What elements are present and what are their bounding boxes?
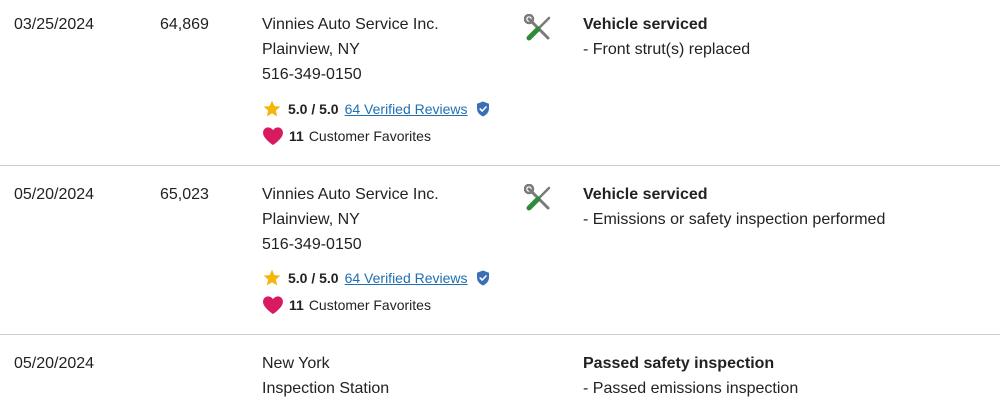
row-divider: [0, 334, 1000, 335]
favorites-label: Customer Favorites: [308, 128, 431, 144]
customer-favorites: 11 Customer Favorites: [262, 126, 431, 146]
source-name: Vinnies Auto Service Inc.: [262, 186, 439, 203]
source-phone: 516-349-0150: [262, 236, 362, 253]
source-name: New York: [262, 355, 330, 372]
record-details: Vehicle serviced - Front strut(s) replac…: [583, 12, 750, 62]
record-source: Vinnies Auto Service Inc. Plainview, NY …: [262, 182, 439, 257]
source-location: Plainview, NY: [262, 211, 360, 228]
star-icon: [263, 269, 281, 286]
verified-reviews-link[interactable]: 64 Verified Reviews: [345, 268, 468, 288]
record-details: Vehicle serviced - Emissions or safety i…: [583, 182, 885, 232]
rating-score: 5.0 / 5.0: [288, 270, 339, 286]
history-record: 03/25/2024 64,869 Vinnies Auto Service I…: [0, 0, 1000, 165]
history-record: 05/20/2024 65,023 Vinnies Auto Service I…: [0, 170, 1000, 334]
record-source: New York Inspection Station: [262, 351, 389, 401]
verified-shield-icon: [476, 101, 489, 117]
source-name: Vinnies Auto Service Inc.: [262, 16, 439, 33]
source-phone: 516-349-0150: [262, 66, 362, 83]
record-source: Vinnies Auto Service Inc. Plainview, NY …: [262, 12, 439, 87]
source-location: Plainview, NY: [262, 41, 360, 58]
details-heading: Passed safety inspection: [583, 355, 775, 372]
record-mileage: 65,023: [160, 186, 209, 203]
record-details: Passed safety inspection - Passed emissi…: [583, 351, 798, 401]
history-record: 05/20/2024 New York Inspection Station P…: [0, 339, 1000, 417]
favorites-label: Customer Favorites: [308, 297, 431, 313]
source-rating: 5.0 / 5.0 64 Verified Reviews: [262, 99, 490, 119]
source-location: Inspection Station: [262, 380, 390, 397]
row-divider: [0, 165, 1000, 166]
favorites-count: 11: [289, 297, 304, 313]
wrench-screwdriver-icon: [524, 184, 551, 211]
star-icon: [263, 100, 281, 117]
details-heading: Vehicle serviced: [583, 16, 708, 33]
details-heading: Vehicle serviced: [583, 186, 708, 203]
record-mileage: 64,869: [160, 16, 209, 33]
favorites-count: 11: [289, 128, 304, 144]
heart-icon: [263, 296, 283, 315]
rating-score: 5.0 / 5.0: [288, 101, 339, 117]
record-date: 03/25/2024: [14, 16, 95, 33]
wrench-screwdriver-icon: [524, 14, 551, 41]
details-item: - Emissions or safety inspection perform…: [583, 211, 886, 228]
source-rating: 5.0 / 5.0 64 Verified Reviews: [262, 268, 490, 288]
record-date: 05/20/2024: [14, 186, 95, 203]
customer-favorites: 11 Customer Favorites: [262, 295, 431, 315]
record-date: 05/20/2024: [14, 355, 95, 372]
details-item: - Front strut(s) replaced: [583, 41, 751, 58]
verified-shield-icon: [476, 270, 489, 286]
heart-icon: [263, 127, 283, 146]
details-item: - Passed emissions inspection: [583, 380, 799, 397]
verified-reviews-link[interactable]: 64 Verified Reviews: [345, 99, 468, 119]
